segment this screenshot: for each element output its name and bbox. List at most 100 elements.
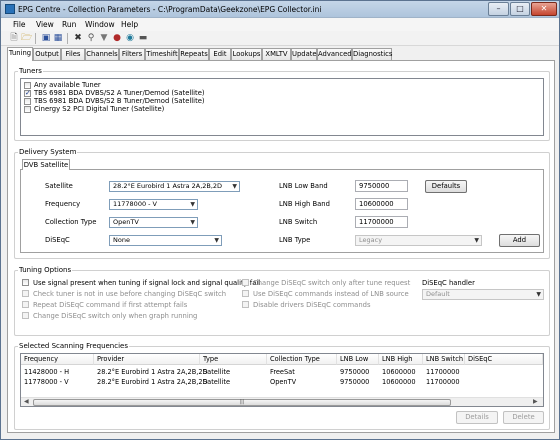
menu-run[interactable]: Run [62,20,76,29]
dropdown-arrow-icon: ▼ [474,237,479,244]
tuner-checkbox[interactable] [24,82,31,89]
window-title: EPG Centre - Collection Parameters - C:\… [18,5,322,14]
search-icon[interactable]: ⚲ [86,33,96,43]
title-bar: EPG Centre - Collection Parameters - C:\… [1,1,559,18]
cell-lnb-low: 9750000 [340,378,370,386]
delete-icon[interactable]: ✖ [73,33,83,43]
delivery-system-label: Delivery System [18,148,78,156]
stop-icon[interactable]: ● [112,33,122,43]
cell-diseqc [465,377,468,387]
option-checkbox[interactable] [22,290,29,297]
cell-lnb-high: 10600000 [382,378,416,386]
menu-window[interactable]: Window [85,20,115,29]
option-checkbox[interactable] [242,290,249,297]
new-file-icon[interactable]: 🗎 [9,33,19,43]
cell-provider: 28.2°E Eurobird 1 Astra 2A,2B,2D [97,378,208,386]
option-checkbox[interactable] [22,312,29,319]
minimize-button[interactable]: – [488,2,509,16]
column-header[interactable]: LNB High [379,354,423,365]
column-header[interactable]: LNB Switch [423,354,465,365]
menu-bar: File View Run Window Help [1,18,559,31]
details-button[interactable]: Details [456,411,498,424]
scanning-frequencies-label: Selected Scanning Frequencies [18,342,129,350]
tuner-label: TBS 6981 BDA DVBS/S2 A Tuner/Demod (Sate… [34,89,205,97]
lnb-low-band-label: LNB Low Band [279,182,328,190]
menu-file[interactable]: File [13,20,26,29]
column-header[interactable]: Collection Type [267,354,337,365]
lnb-high-band-input[interactable]: 10600000 [355,198,408,210]
lnb-low-band-input[interactable]: 9750000 [355,180,408,192]
diseqc-handler-select[interactable]: Default ▼ [422,289,544,300]
diseqc-handler-label: DiSEqC handler [422,279,475,287]
tab-tuning[interactable]: Tuning [7,47,33,61]
menu-view[interactable]: View [36,20,54,29]
satellite-select[interactable]: 28.2°E Eurobird 1 Astra 2A,2B,2D ▼ [109,181,240,192]
scroll-right-icon[interactable]: ▶ [533,398,538,405]
option-label: Check tuner is not in use before changin… [33,290,227,298]
frequency-select[interactable]: 11778000 - V ▼ [109,199,198,210]
horizontal-scrollbar[interactable]: ◀ ||| ▶ [21,397,543,406]
option-label: Use DiSEqC commands instead of LNB sourc… [253,290,409,298]
scrollbar-thumb[interactable]: ||| [33,399,451,406]
option-checkbox[interactable] [242,279,249,286]
frequency-value: 11778000 - V [113,200,158,208]
option-checkbox[interactable] [22,301,29,308]
open-folder-icon[interactable]: 🗁 [21,33,32,43]
tab-output[interactable]: Output [33,48,61,60]
close-button[interactable]: ✕ [531,2,557,16]
lnb-type-value: Legacy [359,236,383,244]
column-header[interactable]: DiSEqC [465,354,543,365]
tab-dvb-satellite[interactable]: DVB Satellite [22,159,70,170]
tab-advanced[interactable]: Advanced [317,48,352,60]
menu-help[interactable]: Help [121,20,138,29]
tab-repeats[interactable]: Repeats [179,48,209,60]
dropdown-arrow-icon: ▼ [190,219,195,226]
lnb-type-select[interactable]: Legacy ▼ [355,235,482,246]
tab-timeshift[interactable]: Timeshift [145,48,179,60]
cell-lnb-switch: 11700000 [426,378,460,386]
globe-icon[interactable]: ◉ [125,33,135,43]
tuner-checkbox[interactable] [24,98,31,105]
scroll-left-icon[interactable]: ◀ [24,398,29,405]
collection-type-select[interactable]: OpenTV ▼ [109,217,198,228]
diseqc-label: DiSEqC [45,236,70,244]
tuner-checkbox[interactable]: ✓ [24,90,31,97]
tuning-options-label: Tuning Options [18,266,73,274]
cell-provider: 28.2°E Eurobird 1 Astra 2A,2B,2D [97,368,208,376]
toolbar-separator [35,33,36,44]
defaults-button[interactable]: Defaults [425,180,467,193]
tab-files[interactable]: Files [61,48,85,60]
tuner-checkbox[interactable] [24,106,31,113]
filter-icon[interactable]: ▼ [99,33,109,43]
tab-edit[interactable]: Edit [209,48,231,60]
options-icon[interactable]: ▬ [138,33,148,43]
column-header[interactable]: LNB Low [337,354,379,365]
lnb-switch-input[interactable]: 11700000 [355,216,408,228]
dropdown-arrow-icon: ▼ [214,237,219,244]
maximize-button[interactable]: □ [510,2,530,16]
cell-collection-type: FreeSat [270,368,295,376]
tab-filters[interactable]: Filters [119,48,145,60]
diseqc-select[interactable]: None ▼ [109,235,222,246]
toolbar: 🗎 🗁 ▣ ▦ ✖ ⚲ ▼ ● ◉ ▬ [1,31,559,46]
cell-lnb-low: 9750000 [340,368,370,376]
save-icon[interactable]: ▣ [41,33,51,43]
cell-frequency: 11778000 - V [24,378,69,386]
dropdown-arrow-icon: ▼ [190,201,195,208]
option-checkbox[interactable] [22,279,29,286]
tab-lookups[interactable]: Lookups [231,48,262,60]
delete-button[interactable]: Delete [503,411,544,424]
add-button[interactable]: Add [499,234,540,247]
save-as-icon[interactable]: ▦ [53,33,63,43]
frequencies-grid[interactable]: Frequency Provider Type Collection Type … [20,353,544,407]
tuner-list[interactable]: Any available Tuner ✓ TBS 6981 BDA DVBS/… [20,78,544,136]
tab-update[interactable]: Update [291,48,317,60]
tab-diagnostics[interactable]: Diagnostics [352,48,392,60]
column-header[interactable]: Type [200,354,267,365]
column-header[interactable]: Provider [94,354,200,365]
tab-channels[interactable]: Channels [85,48,119,60]
option-checkbox[interactable] [242,301,249,308]
dvb-satellite-panel: Satellite 28.2°E Eurobird 1 Astra 2A,2B,… [20,169,544,253]
tab-xmltv[interactable]: XMLTV [262,48,291,60]
column-header[interactable]: Frequency [21,354,94,365]
